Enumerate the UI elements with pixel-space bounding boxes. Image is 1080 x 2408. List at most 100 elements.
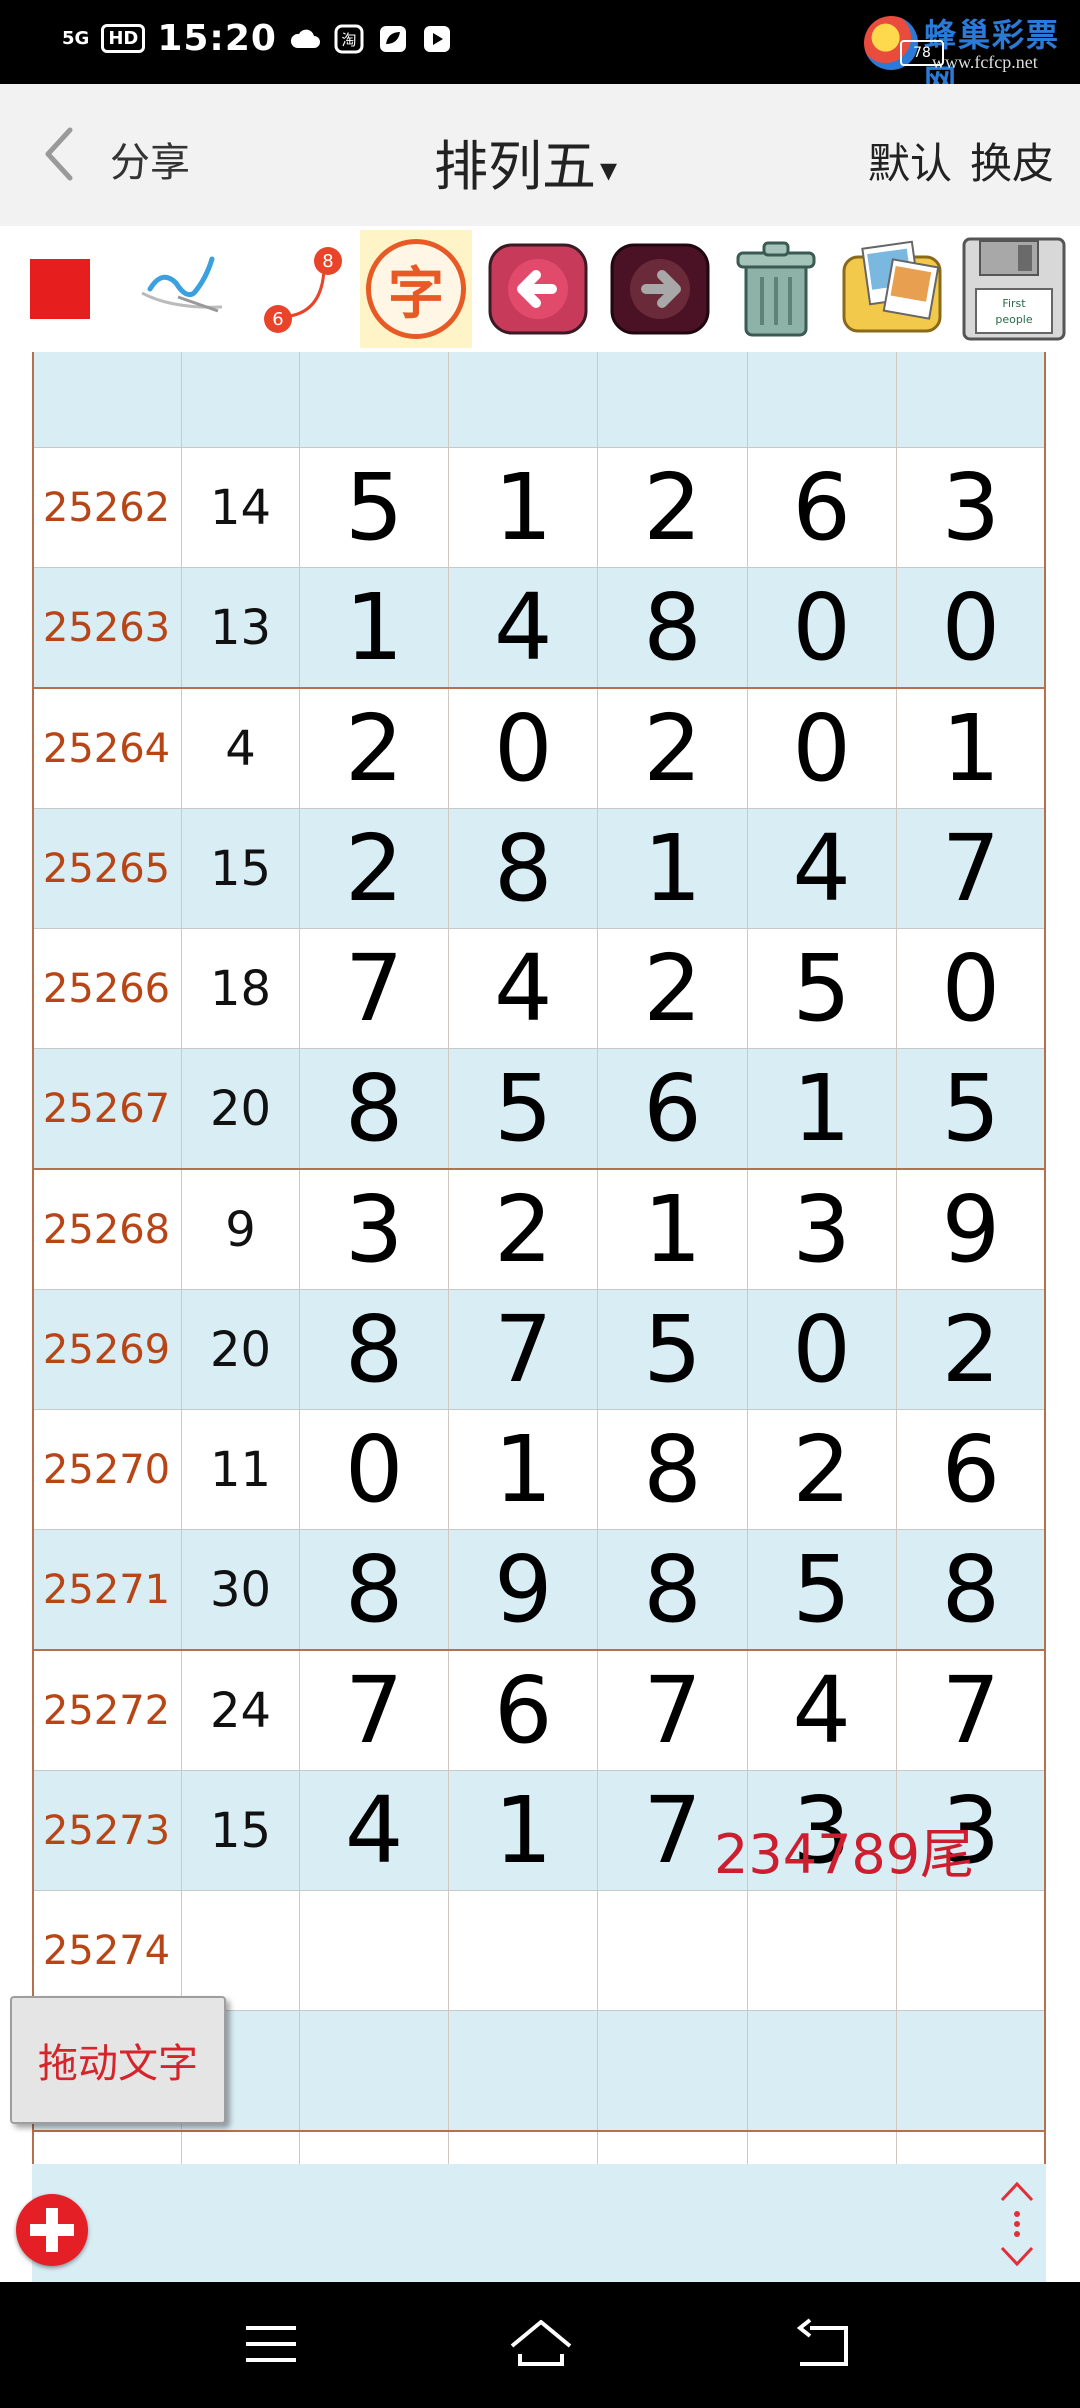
digit-cell: 5 bbox=[748, 1530, 897, 1649]
digit-cell bbox=[598, 352, 748, 447]
back-icon[interactable] bbox=[40, 126, 76, 182]
digit-cell bbox=[897, 1891, 1046, 2010]
clear-trash-button[interactable] bbox=[720, 230, 832, 348]
digit-cell: 6 bbox=[748, 448, 897, 567]
status-bar: 5G HD 15:20 淘 蜂巢彩票网 www.fcfcp.net 78 bbox=[0, 0, 1080, 99]
signal-indicator: 5G bbox=[62, 27, 90, 49]
digit-cell bbox=[897, 352, 1046, 447]
sum-cell: 14 bbox=[182, 448, 300, 567]
digit-cell: 6 bbox=[897, 1410, 1046, 1529]
curve-start-label: 6 bbox=[272, 309, 283, 330]
table-row[interactable] bbox=[32, 352, 1046, 448]
redo-button[interactable] bbox=[604, 230, 716, 348]
color-picker-button[interactable] bbox=[4, 230, 116, 348]
table-row[interactable]: 25272 24 7 6 7 4 7 bbox=[32, 1651, 1046, 1771]
digit-cell: 0 bbox=[748, 1290, 897, 1409]
video-app-icon bbox=[421, 23, 453, 55]
pen-check-icon bbox=[141, 256, 223, 313]
battery-icon: 78 bbox=[900, 40, 944, 66]
digit-cell: 8 bbox=[897, 1530, 1046, 1649]
sum-cell: 9 bbox=[182, 1170, 300, 1289]
results-table[interactable]: 25262 14 5 1 2 6 3 25263 13 1 4 8 0 0 25264 4 2 0 2 0 1 25265… bbox=[32, 352, 1046, 2282]
home-icon[interactable] bbox=[506, 2312, 576, 2376]
sum-cell: 20 bbox=[182, 1049, 300, 1168]
table-row[interactable]: 25267 20 8 5 6 1 5 bbox=[32, 1049, 1046, 1170]
sum-cell: 11 bbox=[182, 1410, 300, 1529]
digit-cell bbox=[598, 1891, 748, 2010]
digit-cell: 4 bbox=[748, 809, 897, 928]
digit-cell: 0 bbox=[449, 689, 599, 808]
digit-cell: 2 bbox=[300, 809, 450, 928]
pen-tool-button[interactable] bbox=[126, 230, 238, 348]
period-cell: 25269 bbox=[32, 1290, 182, 1409]
table-row[interactable]: 25269 20 8 7 5 0 2 bbox=[32, 1290, 1046, 1410]
digit-cell: 8 bbox=[449, 809, 599, 928]
watermark-url: www.fcfcp.net bbox=[932, 52, 1038, 72]
digit-cell: 4 bbox=[449, 568, 599, 687]
period-cell: 25270 bbox=[32, 1410, 182, 1529]
table-row[interactable]: 25270 11 0 1 8 2 6 bbox=[32, 1410, 1046, 1530]
period-cell: 25272 bbox=[32, 1651, 182, 1770]
lottery-type-selector[interactable]: 排列五 ▾ bbox=[434, 122, 617, 201]
sum-cell: 4 bbox=[182, 689, 300, 808]
drag-text-button[interactable]: 拖动文字 bbox=[10, 1996, 226, 2124]
digit-cell: 6 bbox=[598, 1049, 748, 1168]
table-row[interactable]: 25262 14 5 1 2 6 3 bbox=[32, 448, 1046, 568]
digit-cell: 7 bbox=[897, 1651, 1046, 1770]
digit-cell: 7 bbox=[897, 809, 1046, 928]
sum-cell: 20 bbox=[182, 1290, 300, 1409]
annotation-text[interactable]: 234789尾 bbox=[714, 1810, 974, 1889]
curve-tool-button[interactable]: 8 6 bbox=[246, 230, 358, 348]
digit-cell: 0 bbox=[300, 1410, 450, 1529]
undo-button[interactable] bbox=[482, 230, 594, 348]
table-row[interactable]: 25271 30 8 9 8 5 8 bbox=[32, 1530, 1046, 1651]
default-button[interactable]: 默认 bbox=[868, 130, 952, 191]
scroll-updown-icon[interactable] bbox=[994, 2180, 1040, 2268]
image-gallery-button[interactable] bbox=[836, 230, 948, 348]
share-button[interactable]: 分享 bbox=[110, 130, 190, 188]
clock: 15:20 bbox=[157, 18, 277, 59]
table-row[interactable]: 25274 bbox=[32, 1891, 1046, 2011]
period-cell: 25262 bbox=[32, 448, 182, 567]
digit-cell: 8 bbox=[300, 1049, 450, 1168]
watermark: 蜂巢彩票网 www.fcfcp.net 78 bbox=[864, 8, 1064, 99]
table-row[interactable]: 25266 18 7 4 2 5 0 bbox=[32, 929, 1046, 1049]
text-tool-button[interactable]: 字 bbox=[360, 230, 472, 348]
change-skin-button[interactable]: 换皮 bbox=[970, 130, 1054, 191]
table-row[interactable]: 25264 4 2 0 2 0 1 bbox=[32, 689, 1046, 809]
back-nav-icon[interactable] bbox=[790, 2312, 860, 2376]
period-cell: 25268 bbox=[32, 1170, 182, 1289]
digit-cell bbox=[748, 1891, 897, 2010]
digit-cell: 1 bbox=[449, 448, 599, 567]
sum-cell: 18 bbox=[182, 929, 300, 1048]
digit-cell: 7 bbox=[449, 1290, 599, 1409]
table-row[interactable]: 25263 13 1 4 8 0 0 bbox=[32, 568, 1046, 689]
period-cell: 25267 bbox=[32, 1049, 182, 1168]
floppy-label-1: First bbox=[1002, 297, 1026, 310]
digit-cell: 2 bbox=[897, 1290, 1046, 1409]
sum-cell: 13 bbox=[182, 568, 300, 687]
digit-cell bbox=[300, 352, 450, 447]
digit-cell bbox=[897, 2011, 1046, 2130]
digit-cell bbox=[748, 2011, 897, 2130]
digit-cell bbox=[300, 1891, 450, 2010]
hd-badge: HD bbox=[101, 24, 146, 53]
sum-cell: 15 bbox=[182, 809, 300, 928]
dropdown-caret-icon: ▾ bbox=[600, 150, 618, 191]
menu-icon[interactable] bbox=[236, 2312, 306, 2376]
table-row[interactable]: 25268 9 3 2 1 3 9 bbox=[32, 1170, 1046, 1290]
drawing-toolbar: 8 6 字 First people bbox=[0, 226, 1080, 352]
svg-text:淘: 淘 bbox=[341, 31, 356, 49]
results-grid: 25262 14 5 1 2 6 3 25263 13 1 4 8 0 0 25264 4 2 0 2 0 1 25265… bbox=[32, 352, 1046, 2252]
digit-cell: 5 bbox=[897, 1049, 1046, 1168]
digit-cell: 5 bbox=[449, 1049, 599, 1168]
digit-cell bbox=[748, 352, 897, 447]
top-nav-bar: 分享 排列五 ▾ 默认 换皮 bbox=[0, 84, 1080, 226]
save-button[interactable]: First people bbox=[958, 230, 1070, 348]
table-row[interactable]: 25265 15 2 8 1 4 7 bbox=[32, 809, 1046, 929]
digit-cell bbox=[449, 2011, 599, 2130]
sum-cell bbox=[182, 352, 300, 447]
add-plus-icon[interactable] bbox=[16, 2194, 88, 2266]
digit-cell: 8 bbox=[300, 1530, 450, 1649]
digit-cell: 1 bbox=[748, 1049, 897, 1168]
